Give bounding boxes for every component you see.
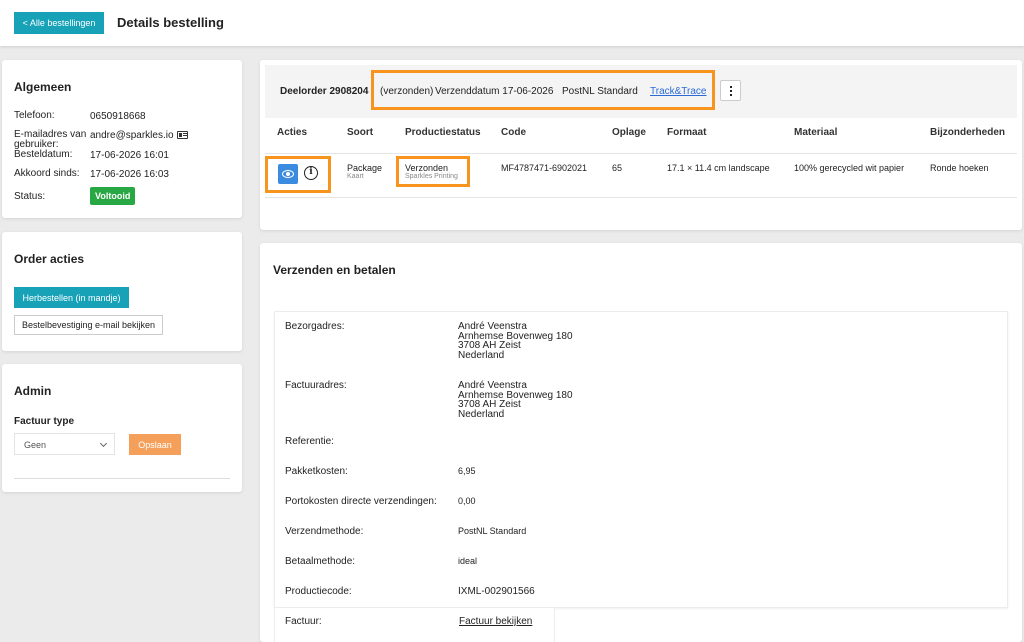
deelorder-title: Deelorder 2908204 [280,86,369,97]
productiecode-label: Productiecode: [285,586,352,597]
col-formaat: Formaat [667,127,707,138]
verzenden-title: Verzenden en betalen [273,263,396,277]
save-button[interactable]: Opslaan [129,434,181,455]
status-label: Status: [14,191,46,202]
page-title: Details bestelling [117,15,224,30]
factuur-label: Factuur: [285,616,322,627]
besteldatum-label: Besteldatum: [14,149,73,160]
contact-card-icon[interactable] [177,131,189,140]
verzenden-box [274,311,1008,608]
info-icon: i [309,167,313,177]
portokosten-value: 0,00 [458,496,476,506]
factuuradres-value: André Veenstra Arnhemse Bovenweg 180 370… [458,381,573,419]
actions-highlight [265,156,331,193]
order-acties-title: Order acties [14,252,85,266]
status-badge: Voltooid [90,187,136,205]
row-formaat: 17.1 × 11.4 cm landscape [667,163,770,173]
factuuradres-label: Factuuradres: [285,380,347,391]
referentie-label: Referentie: [285,436,334,447]
factuur-type-value: Geen [24,440,47,450]
email-text: andre@sparkles.io [90,130,174,141]
soort-value: Package [347,163,383,173]
algemeen-title: Algemeen [14,80,72,94]
pakketkosten-value: 6,95 [458,466,476,476]
col-productiestatus: Productiestatus [405,127,481,138]
telefoon-value: 0650918668 [90,111,146,122]
col-code: Code [501,127,526,138]
chevron-down-icon [99,439,108,448]
soort-sub: Kaart [347,173,364,180]
status-sub: Sparkles Printing [405,173,458,180]
verzendmethode-label: Verzendmethode: [285,526,364,537]
shipping-status: (verzonden) [380,86,434,97]
factuur-type-label: Factuur type [14,416,75,427]
track-trace-link[interactable]: Track&Trace [650,86,707,97]
email-label: E-mailadres van gebruiker: [14,129,87,150]
bezorg-country: Nederland [458,349,505,361]
productiecode-value: IXML-002901566 [458,586,535,597]
col-materiaal: Materiaal [794,127,838,138]
bezorgadres-label: Bezorgadres: [285,321,345,332]
divider [14,478,230,479]
verzenden-card: Verzenden en betalen [260,243,1022,642]
row-bijzonderheden: Ronde hoeken [930,163,989,173]
besteldatum-value: 17-06-2026 16:01 [90,150,169,161]
akkoord-label: Akkoord sinds: [14,168,80,179]
top-bar: < Alle bestellingen Details bestelling [0,0,1024,46]
shipping-method: PostNL Standard [562,86,638,97]
table-header-divider [265,153,1017,154]
akkoord-value: 17-06-2026 16:03 [90,169,169,180]
row-productiestatus: Verzonden Sparkles Printing [405,163,458,180]
factuur-country: Nederland [458,408,505,420]
reorder-button[interactable]: Herbestellen (in mandje) [14,287,129,308]
more-options-button[interactable] [720,80,741,101]
view-invoice-link[interactable]: Factuur bekijken [459,616,532,627]
algemeen-card: Algemeen Telefoon: 0650918668 E-mailadre… [2,60,242,218]
kebab-icon [730,86,732,88]
admin-card: Admin Factuur type Geen Opslaan [2,364,242,492]
row-soort: Package Kaart [347,163,382,180]
view-confirmation-email-button[interactable]: Bestelbevestiging e-mail bekijken [14,315,163,335]
view-button[interactable] [278,164,298,184]
status-value: Verzonden [405,163,449,173]
col-soort: Soort [347,127,374,138]
back-to-orders-button[interactable]: < Alle bestellingen [14,12,104,34]
row-oplage: 65 [612,163,623,173]
email-value: andre@sparkles.io [90,130,189,141]
factuur-type-select[interactable]: Geen [14,433,115,455]
row-code: MF4787471-6902021 [501,163,588,173]
betaalmethode-value: ideal [458,556,478,566]
pakketkosten-label: Pakketkosten: [285,466,348,477]
verzendmethode-value: PostNL Standard [458,526,527,536]
bezorgadres-value: André Veenstra Arnhemse Bovenweg 180 370… [458,322,573,360]
telefoon-label: Telefoon: [14,110,55,121]
betaalmethode-label: Betaalmethode: [285,556,356,567]
shipping-date: Verzenddatum 17-06-2026 [435,86,554,97]
row-materiaal: 100% gerecycled wit papier [794,163,905,173]
order-acties-card: Order acties Herbestellen (in mandje) Be… [2,232,242,351]
admin-title: Admin [14,384,52,398]
info-button[interactable]: i [304,166,318,180]
portokosten-label: Portokosten directe verzendingen: [285,496,437,507]
col-bijzonderheden: Bijzonderheden [930,127,1006,138]
col-oplage: Oplage [612,127,646,138]
col-acties: Acties [277,127,308,138]
